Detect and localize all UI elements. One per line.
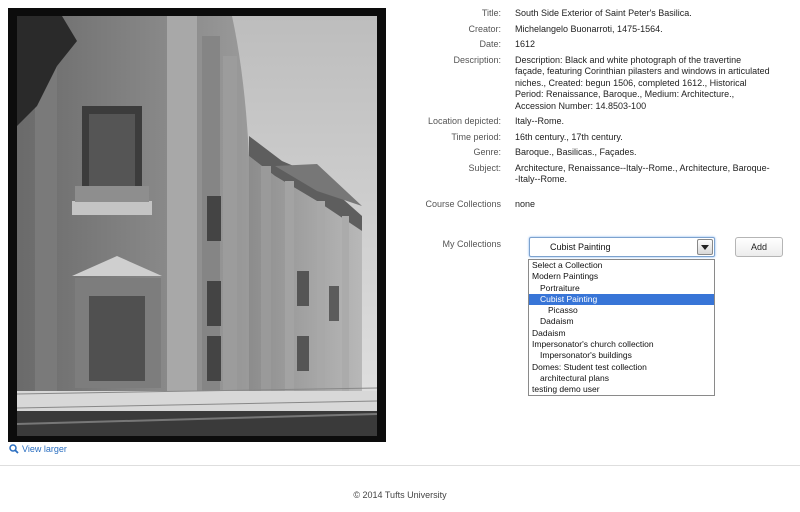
collection-option[interactable]: Portraiture <box>529 283 714 294</box>
view-larger-label: View larger <box>22 444 67 454</box>
field-value: South Side Exterior of Saint Peter's Bas… <box>515 8 692 18</box>
field-label: Location depicted: <box>427 116 501 126</box>
metadata-panel: Title: South Side Exterior of Saint Pete… <box>400 8 792 214</box>
field-label: Genre: <box>473 147 501 157</box>
dropdown-arrow-button[interactable] <box>697 239 713 255</box>
field-value: 16th century., 17th century. <box>515 131 623 142</box>
view-larger-link[interactable]: View larger <box>9 444 67 454</box>
field-value: 1612 <box>515 39 536 49</box>
field-value: Italy--Rome. <box>515 116 565 126</box>
chevron-down-icon <box>701 244 709 250</box>
photo-frame <box>8 8 386 442</box>
collection-option[interactable]: architectural plans <box>529 373 714 384</box>
field-label: Course Collections <box>425 198 501 209</box>
field-time-period: Time period: 16th century., 17th century… <box>400 132 792 144</box>
field-label: Time period: <box>451 131 501 142</box>
field-description: Description: Description: Black and whit… <box>400 55 792 113</box>
field-value: none <box>515 198 536 209</box>
collection-option[interactable]: Impersonator's church collection <box>529 339 714 350</box>
collection-option[interactable]: Dadaism <box>529 328 714 339</box>
field-label: Creator: <box>468 23 501 34</box>
field-subject: Subject: Architecture, Renaissance--Ital… <box>400 163 792 186</box>
field-label: Subject: <box>468 162 501 173</box>
field-label: Date: <box>479 39 501 49</box>
field-course-collections: Course Collections none <box>400 199 792 211</box>
add-button[interactable]: Add <box>735 237 783 257</box>
footer-copyright: © 2014 Tufts University <box>353 490 447 500</box>
field-label: Title: <box>481 8 501 18</box>
collection-option[interactable]: testing demo user <box>529 384 714 395</box>
field-value: Description: Black and white photograph … <box>515 54 770 111</box>
field-creator: Creator: Michelangelo Buonarroti, 1475-1… <box>400 24 792 36</box>
field-label: Description: <box>453 54 501 65</box>
collection-option[interactable]: Impersonator's buildings <box>529 350 714 361</box>
collection-option[interactable]: Modern Paintings <box>529 271 714 282</box>
magnifier-icon <box>9 444 19 454</box>
collection-select-value: Cubist Painting <box>550 242 611 252</box>
field-date: Date: 1612 <box>400 39 792 51</box>
field-location: Location depicted: Italy--Rome. <box>400 116 792 128</box>
field-genre: Genre: Baroque., Basilicas., Façades. <box>400 147 792 159</box>
collection-option[interactable]: Select a Collection <box>529 260 714 271</box>
collection-select[interactable]: Cubist Painting <box>529 237 715 257</box>
field-title: Title: South Side Exterior of Saint Pete… <box>400 8 792 20</box>
collection-dropdown-list[interactable]: Select a Collection Modern Paintings Portr… <box>528 259 715 396</box>
my-collections-label: My Collections <box>442 239 501 249</box>
footer-divider <box>0 465 800 466</box>
collection-option[interactable]: Picasso <box>529 305 714 316</box>
basilica-photo[interactable] <box>17 16 377 436</box>
collection-option[interactable]: Domes: Student test collection <box>529 362 714 373</box>
collection-option[interactable]: Dadaism <box>529 316 714 327</box>
field-value: Baroque., Basilicas., Façades. <box>515 147 637 157</box>
field-value: Michelangelo Buonarroti, 1475-1564. <box>515 23 663 34</box>
field-value: Architecture, Renaissance--Italy--Rome.,… <box>515 162 770 185</box>
collection-option[interactable]: Cubist Painting <box>529 293 714 306</box>
